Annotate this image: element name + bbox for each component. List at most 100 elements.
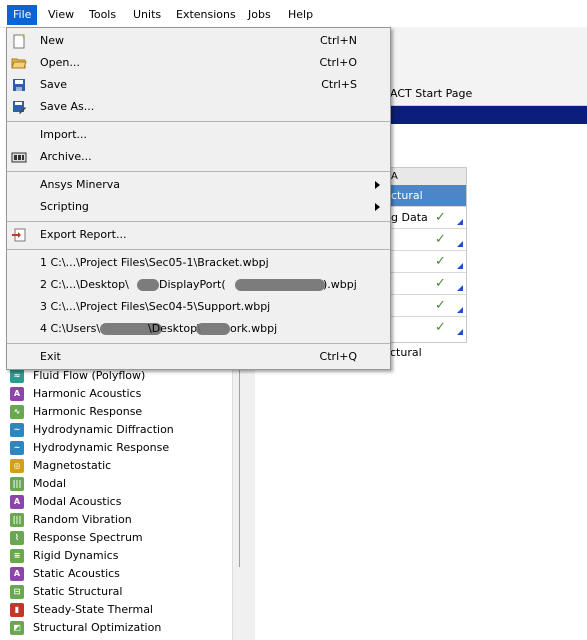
menu-bar: File View Tools Units Extensions Jobs He… [0, 0, 587, 28]
harmonic-icon: ∿ [10, 405, 24, 419]
menu-item-label: 4 C:\Users\ [40, 322, 101, 335]
system-cell[interactable]: g Data ✓ [391, 206, 466, 228]
analysis-system-block[interactable]: A ctural g Data ✓ ✓ ✓ ✓ ✓ ✓ [390, 167, 467, 343]
menu-jobs[interactable]: Jobs [242, 5, 277, 25]
open-folder-icon [11, 58, 27, 69]
toolbox-item[interactable]: ▮ Steady-State Thermal [8, 601, 230, 619]
checkmark-icon: ✓ [435, 276, 446, 291]
toolbox-item-label: Response Spectrum [33, 531, 143, 544]
menu-item-label: 1 C:\...\Project Files\Sec05-1\Bracket.w… [40, 256, 269, 269]
menu-item-recent-2[interactable]: 2 C:\...\Desktop\ DisplayPort( ).wbpj [7, 274, 390, 296]
menu-item-import[interactable]: Import... [7, 124, 390, 146]
menu-item-export-report[interactable]: Export Report... [7, 224, 390, 246]
menu-item-exit[interactable]: Exit Ctrl+Q [7, 346, 390, 368]
toolbox-item-label: Magnetostatic [33, 459, 112, 472]
menu-item-save-as[interactable]: Save As... [7, 96, 390, 118]
menu-item-label: 2 C:\...\Desktop\ [40, 278, 129, 291]
menu-separator [7, 343, 390, 344]
system-cell[interactable]: ✓ [391, 272, 466, 294]
toolbox-item-label: Random Vibration [33, 513, 132, 526]
toolbox-item-label: Hydrodynamic Diffraction [33, 423, 174, 436]
menu-help[interactable]: Help [282, 5, 319, 25]
toolbox-item-label: Modal [33, 477, 66, 490]
toolbox-item[interactable]: A Modal Acoustics [8, 493, 230, 511]
toolbox-item[interactable]: ⌇ Response Spectrum [8, 529, 230, 547]
panel-title-bar [390, 106, 587, 124]
toolbox-item-label: Modal Acoustics [33, 495, 122, 508]
toolbox-item[interactable]: A Harmonic Acoustics [8, 385, 230, 403]
menu-tools[interactable]: Tools [83, 5, 122, 25]
menu-item-recent-3[interactable]: 3 C:\...\Project Files\Sec04-5\Support.w… [7, 296, 390, 318]
tab-label: ACT Start Page [390, 87, 473, 100]
toolbox-item[interactable]: ∿ Harmonic Response [8, 403, 230, 421]
menu-extensions[interactable]: Extensions [170, 5, 242, 25]
menu-item-label: Save As... [40, 100, 95, 113]
checkmark-icon: ✓ [435, 320, 446, 335]
system-cell[interactable]: ✓ [391, 294, 466, 316]
menu-item-recent-1[interactable]: 1 C:\...\Project Files\Sec05-1\Bracket.w… [7, 252, 390, 274]
menu-item-shortcut: Ctrl+N [319, 34, 357, 47]
menu-item-save[interactable]: Save Ctrl+S [7, 74, 390, 96]
checkmark-icon: ✓ [435, 210, 446, 225]
hydrodynamic-icon: ~ [10, 423, 24, 437]
fluid-flow-icon: ≈ [10, 369, 24, 383]
menu-item-label: Open... [40, 56, 80, 69]
submenu-arrow-icon [375, 203, 380, 211]
menu-item-label: Export Report... [40, 228, 127, 241]
menu-item-new[interactable]: New Ctrl+N [7, 30, 390, 52]
save-as-icon [13, 101, 26, 114]
toolbox-item[interactable]: ≡ Rigid Dynamics [8, 547, 230, 565]
toolbox-item[interactable]: ||| Modal [8, 475, 230, 493]
menu-separator [7, 121, 390, 122]
toolbox-item[interactable]: ~ Hydrodynamic Diffraction [8, 421, 230, 439]
menu-item-label: ork.wbpj [230, 322, 278, 335]
toolbox-item-label: Steady-State Thermal [33, 603, 153, 616]
checkmark-icon: ✓ [435, 232, 446, 247]
menu-item-label: 3 C:\...\Project Files\Sec04-5\Support.w… [40, 300, 271, 313]
system-cell[interactable]: ✓ [391, 250, 466, 272]
menu-item-shortcut: Ctrl+Q [319, 350, 357, 363]
toolbox-item[interactable]: ~ Hydrodynamic Response [8, 439, 230, 457]
toolbox-item[interactable]: ⊟ Static Structural [8, 583, 230, 601]
menu-separator [7, 249, 390, 250]
menu-item-label: \Desktop\ [148, 322, 201, 335]
toolbox-item[interactable]: ||| Random Vibration [8, 511, 230, 529]
menu-item-scripting[interactable]: Scripting [7, 196, 390, 218]
tab-act-start-page[interactable]: ACT Start Page [390, 83, 587, 106]
modal-icon: ||| [10, 477, 24, 491]
toolbar-area [390, 27, 587, 84]
system-cell[interactable]: ✓ [391, 228, 466, 250]
menu-item-label: DisplayPort( [159, 278, 226, 291]
menu-item-archive[interactable]: Archive... [7, 146, 390, 168]
toolbox-item[interactable]: ◩ Structural Optimization [8, 619, 230, 637]
cell-label: g Data [391, 211, 428, 224]
menu-file[interactable]: File [7, 5, 38, 25]
acoustics-icon: A [10, 567, 24, 581]
system-caption[interactable]: ctural [390, 346, 422, 359]
redacted-text [196, 323, 230, 335]
menu-view[interactable]: View [42, 5, 80, 25]
redacted-text [137, 279, 159, 291]
archive-icon [11, 152, 27, 163]
file-menu-dropdown: New Ctrl+N Open... Ctrl+O Save Ctrl+S Sa… [6, 27, 391, 370]
acoustics-icon: A [10, 387, 24, 401]
corner-triangle-icon [457, 285, 463, 291]
menu-units[interactable]: Units [127, 5, 167, 25]
scrollbar-thumb[interactable] [239, 367, 240, 567]
toolbox-item[interactable]: A Static Acoustics [8, 565, 230, 583]
corner-triangle-icon [457, 241, 463, 247]
redacted-text [235, 279, 325, 291]
submenu-arrow-icon [375, 181, 380, 189]
menu-separator [7, 221, 390, 222]
toolbox-item-label: Static Acoustics [33, 567, 120, 580]
toolbox-item-label: Harmonic Acoustics [33, 387, 142, 400]
menu-item-ansys-minerva[interactable]: Ansys Minerva [7, 174, 390, 196]
toolbox-scrollbar[interactable] [232, 367, 255, 640]
system-cell[interactable]: ✓ [391, 316, 466, 338]
toolbox-panel: ≈ Fluid Flow (Polyflow) A Harmonic Acousti… [0, 367, 232, 640]
corner-triangle-icon [457, 263, 463, 269]
toolbox-item[interactable]: ◎ Magnetostatic [8, 457, 230, 475]
menu-item-open[interactable]: Open... Ctrl+O [7, 52, 390, 74]
menu-item-recent-4[interactable]: 4 C:\Users\ \Desktop\ ork.wbpj [7, 318, 390, 340]
system-title[interactable]: ctural [391, 185, 466, 206]
